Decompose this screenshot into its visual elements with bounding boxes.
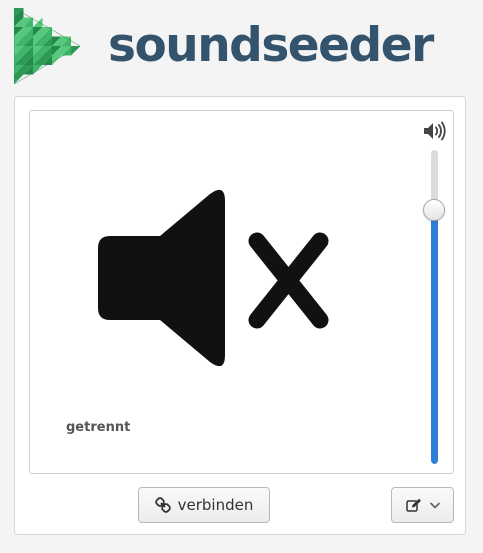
- chevron-down-icon: [429, 502, 440, 509]
- logo-tile: [33, 65, 43, 75]
- volume-icon: [423, 121, 447, 146]
- speaker-muted-icon: [98, 185, 338, 376]
- player-display: getrennt: [29, 110, 454, 474]
- connect-button[interactable]: verbinden: [138, 487, 270, 523]
- logo-tile: [33, 17, 43, 27]
- logo-tile: [52, 55, 62, 65]
- header: soundseeder: [0, 0, 483, 90]
- volume-slider[interactable]: [431, 150, 438, 464]
- volume-slider-fill: [431, 209, 438, 464]
- settings-dropdown-button[interactable]: [391, 487, 454, 523]
- edit-icon: [405, 498, 422, 513]
- volume-slider-thumb[interactable]: [423, 198, 445, 221]
- connection-status: getrennt: [66, 420, 131, 435]
- player-panel: getrennt verbinden: [14, 96, 466, 535]
- link-icon: [154, 497, 171, 513]
- brand-name: soundseeder: [108, 18, 434, 73]
- logo-tile: [71, 46, 81, 56]
- triangle-mosaic-logo-icon: [13, 7, 81, 89]
- connect-button-label: verbinden: [177, 496, 254, 514]
